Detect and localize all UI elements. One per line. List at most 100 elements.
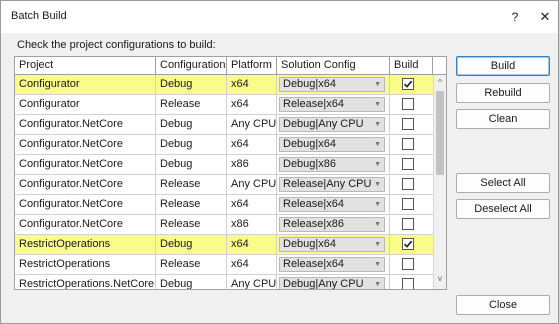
configuration-cell: Debug <box>156 75 227 94</box>
chevron-down-icon[interactable]: ▼ <box>374 159 381 170</box>
build-checkbox[interactable] <box>402 238 414 250</box>
deselect-all-button[interactable]: Deselect All <box>456 199 550 219</box>
build-checkbox[interactable] <box>402 118 414 130</box>
solution-config-dropdown[interactable]: Debug|x86 ▼ <box>279 157 385 172</box>
solution-config-dropdown[interactable]: Debug|x64 ▼ <box>279 77 385 92</box>
table-row[interactable]: Configurator.NetCore Release x86 Release|x8… <box>15 215 433 235</box>
platform-cell: x64 <box>227 135 277 154</box>
column-header-solution-config[interactable]: Solution Config <box>277 57 390 74</box>
solution-config-dropdown[interactable]: Release|x64 ▼ <box>279 257 385 272</box>
scroll-up-icon[interactable]: ^ <box>434 77 446 89</box>
solution-config-dropdown[interactable]: Release|Any CPU ▼ <box>279 177 385 192</box>
configuration-cell: Release <box>156 195 227 214</box>
solution-config-dropdown[interactable]: Release|x86 ▼ <box>279 217 385 232</box>
chevron-down-icon[interactable]: ▼ <box>374 99 381 110</box>
column-header-configuration[interactable]: Configuration <box>156 57 227 74</box>
solution-config-cell: Debug|x64 ▼ <box>277 135 390 154</box>
project-cell: Configurator.NetCore <box>15 115 156 134</box>
project-cell: Configurator <box>15 75 156 94</box>
table-row[interactable]: RestrictOperations.NetCore Debug Any CPU De… <box>15 275 433 290</box>
build-checkbox[interactable] <box>402 198 414 210</box>
scrollbar-thumb[interactable] <box>436 91 444 175</box>
build-cell <box>390 235 433 254</box>
platform-cell: x86 <box>227 215 277 234</box>
solution-config-dropdown[interactable]: Debug|x64 ▼ <box>279 137 385 152</box>
table-row[interactable]: Configurator.NetCore Release x64 Release|x6… <box>15 195 433 215</box>
table-row[interactable]: RestrictOperations Debug x64 Debug|x64 ▼ <box>15 235 433 255</box>
build-checkbox[interactable] <box>402 258 414 270</box>
build-checkbox[interactable] <box>402 178 414 190</box>
solution-config-dropdown[interactable]: Release|x64 ▼ <box>279 197 385 212</box>
build-cell <box>390 275 433 289</box>
project-cell: Configurator.NetCore <box>15 195 156 214</box>
build-checkbox[interactable] <box>402 158 414 170</box>
table-row[interactable]: Configurator.NetCore Debug Any CPU Debug|An… <box>15 115 433 135</box>
help-button[interactable]: ? <box>504 7 526 27</box>
vertical-scrollbar[interactable]: ^ v <box>433 75 446 289</box>
build-cell <box>390 195 433 214</box>
build-cell <box>390 75 433 94</box>
solution-config-cell: Debug|x86 ▼ <box>277 155 390 174</box>
project-cell: Configurator.NetCore <box>15 155 156 174</box>
build-button[interactable]: Build <box>456 56 550 76</box>
table-row[interactable]: Configurator.NetCore Release Any CPU Releas… <box>15 175 433 195</box>
solution-config-cell: Release|x64 ▼ <box>277 195 390 214</box>
chevron-down-icon[interactable]: ▼ <box>374 119 381 130</box>
grid-rows: Configurator Debug x64 Debug|x64 ▼ Configurat… <box>15 75 433 290</box>
column-header-project[interactable]: Project <box>15 57 156 74</box>
chevron-down-icon[interactable]: ▼ <box>374 139 381 150</box>
checkmark-icon <box>403 240 413 248</box>
select-all-button[interactable]: Select All <box>456 173 550 193</box>
solution-config-dropdown[interactable]: Debug|Any CPU ▼ <box>279 117 385 132</box>
build-cell <box>390 95 433 114</box>
solution-config-value: Release|x64 <box>283 98 344 110</box>
solution-config-value: Debug|Any CPU <box>283 278 364 290</box>
build-checkbox[interactable] <box>402 218 414 230</box>
project-cell: Configurator.NetCore <box>15 215 156 234</box>
column-header-platform[interactable]: Platform <box>227 57 277 74</box>
window-title: Batch Build <box>11 10 67 22</box>
table-row[interactable]: RestrictOperations Release x64 Release|x64 ▼ <box>15 255 433 275</box>
configuration-cell: Release <box>156 255 227 274</box>
project-cell: RestrictOperations <box>15 235 156 254</box>
chevron-down-icon[interactable]: ▼ <box>374 79 381 90</box>
chevron-down-icon[interactable]: ▼ <box>374 179 381 190</box>
rebuild-button[interactable]: Rebuild <box>456 83 550 103</box>
grid-header: Project Configuration Platform Solution … <box>15 57 446 75</box>
table-row[interactable]: Configurator Release x64 Release|x64 ▼ <box>15 95 433 115</box>
chevron-down-icon[interactable]: ▼ <box>374 199 381 210</box>
column-header-build[interactable]: Build <box>390 57 433 74</box>
chevron-down-icon[interactable]: ▼ <box>374 219 381 230</box>
platform-cell: Any CPU <box>227 115 277 134</box>
chevron-down-icon[interactable]: ▼ <box>374 279 381 289</box>
title-bar: Batch Build ? ✕ <box>1 1 558 33</box>
chevron-down-icon[interactable]: ▼ <box>374 259 381 270</box>
scroll-down-icon[interactable]: v <box>434 273 446 285</box>
solution-config-cell: Release|x64 ▼ <box>277 95 390 114</box>
solution-config-cell: Release|Any CPU ▼ <box>277 175 390 194</box>
instruction-label: Check the project configurations to buil… <box>17 39 216 51</box>
close-window-button[interactable]: ✕ <box>534 7 556 27</box>
configuration-cell: Release <box>156 215 227 234</box>
platform-cell: x86 <box>227 155 277 174</box>
build-checkbox[interactable] <box>402 138 414 150</box>
table-row[interactable]: Configurator Debug x64 Debug|x64 ▼ <box>15 75 433 95</box>
table-row[interactable]: Configurator.NetCore Debug x64 Debug|x64 ▼ <box>15 135 433 155</box>
build-checkbox[interactable] <box>402 278 414 289</box>
build-checkbox[interactable] <box>402 78 414 90</box>
project-cell: Configurator <box>15 95 156 114</box>
build-checkbox[interactable] <box>402 98 414 110</box>
configuration-cell: Release <box>156 95 227 114</box>
solution-config-dropdown[interactable]: Debug|Any CPU ▼ <box>279 277 385 290</box>
platform-cell: x64 <box>227 95 277 114</box>
table-row[interactable]: Configurator.NetCore Debug x86 Debug|x86 ▼ <box>15 155 433 175</box>
clean-button[interactable]: Clean <box>456 109 550 129</box>
solution-config-dropdown[interactable]: Debug|x64 ▼ <box>279 237 385 252</box>
solution-config-dropdown[interactable]: Release|x64 ▼ <box>279 97 385 112</box>
chevron-down-icon[interactable]: ▼ <box>374 239 381 250</box>
checkmark-icon <box>403 80 413 88</box>
build-cell <box>390 135 433 154</box>
platform-cell: x64 <box>227 235 277 254</box>
platform-cell: Any CPU <box>227 175 277 194</box>
close-button[interactable]: Close <box>456 295 550 315</box>
